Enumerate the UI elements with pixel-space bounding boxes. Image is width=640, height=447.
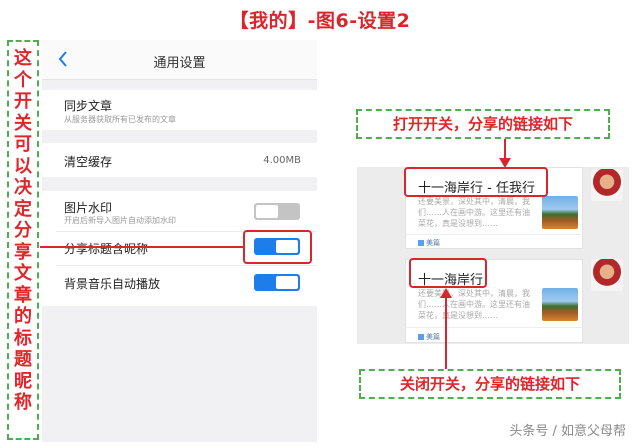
share-nickname-label: 分享标题含昵称	[64, 242, 149, 256]
annotation-char: 标	[14, 327, 32, 349]
bgm-autoplay-toggle[interactable]	[254, 274, 300, 291]
clear-cache-row[interactable]: 清空缓存 4.00MB	[42, 143, 317, 177]
annotation-char: 章	[14, 284, 32, 306]
divider	[406, 327, 584, 328]
title-highlight-box	[404, 167, 548, 197]
annotation-char: 分	[14, 220, 32, 241]
app-icon	[418, 240, 424, 246]
annotation-char: 以	[14, 155, 32, 177]
card-desc: 还要美景，深处其中，清晨，我们……人在画中游。这里还有油菜花，真是没想到……	[418, 289, 530, 320]
clear-cache-label: 清空缓存	[64, 155, 113, 169]
annotation-char: 文	[14, 263, 32, 284]
card-source-label: 美篇	[426, 239, 440, 247]
image-watermark-desc: 开启后新导入图片自动添加水印	[64, 216, 176, 225]
card-source: 美篇	[418, 332, 440, 342]
sync-articles-desc: 从服务器获取所有已发布的文章	[64, 115, 176, 124]
cache-size-value: 4.00MB	[263, 155, 301, 166]
toggle-knob	[276, 276, 298, 289]
annotation-char: 关	[14, 112, 32, 134]
divider	[56, 265, 317, 266]
annotation-char: 个	[14, 69, 32, 91]
toggle-highlight-box	[243, 230, 312, 264]
annotation-char: 的	[14, 306, 32, 327]
annotation-char: 称	[14, 392, 32, 413]
title-highlight-box	[409, 258, 487, 288]
card-source: 美篇	[418, 238, 440, 248]
arrow-line-bottom	[445, 297, 447, 369]
annotation-char: 这	[14, 48, 32, 69]
card-thumbnail	[542, 288, 578, 321]
callout-on: 打开开关，分享的链接如下	[356, 109, 610, 139]
app-icon	[418, 334, 424, 340]
toggle-knob	[256, 205, 278, 218]
annotation-left: 这 个 开 关 可 以 决 定 分 享 文 章 的 标 题 昵 称	[7, 40, 39, 440]
bgm-autoplay-label: 背景音乐自动播放	[64, 277, 161, 291]
annotation-char: 定	[14, 198, 32, 220]
callout-off: 关闭开关，分享的链接如下	[359, 369, 621, 399]
annotation-char: 决	[14, 177, 32, 198]
image-watermark-label: 图片水印	[64, 201, 113, 215]
annotation-char: 开	[14, 91, 32, 112]
card-desc: 还要美景，深处其中，清晨，我们……人在画中游。这里还有油菜花，真是没想到……	[418, 197, 530, 228]
card-source-label: 美篇	[426, 333, 440, 341]
annotation-char: 题	[14, 349, 32, 370]
annotation-char: 享	[14, 241, 32, 263]
settings-screen: 通用设置 同步文章 从服务器获取所有已发布的文章 清空缓存 4.00MB 图片水…	[42, 40, 317, 442]
divider	[406, 234, 584, 235]
annotation-char: 可	[14, 134, 32, 155]
sync-articles-row[interactable]: 同步文章 从服务器获取所有已发布的文章	[42, 90, 317, 130]
image-watermark-toggle[interactable]	[254, 203, 300, 220]
sync-articles-label: 同步文章	[64, 99, 113, 113]
nav-bar: 通用设置	[42, 40, 317, 80]
connector-line	[40, 246, 243, 248]
watermark: 头条号 / 如意父母帮	[509, 424, 626, 439]
page-title: 【我的】-图6-设置2	[229, 10, 411, 32]
avatar	[591, 169, 623, 201]
nav-title: 通用设置	[153, 56, 206, 71]
card-thumbnail	[542, 196, 578, 229]
avatar	[591, 259, 623, 291]
annotation-char: 昵	[14, 370, 32, 392]
